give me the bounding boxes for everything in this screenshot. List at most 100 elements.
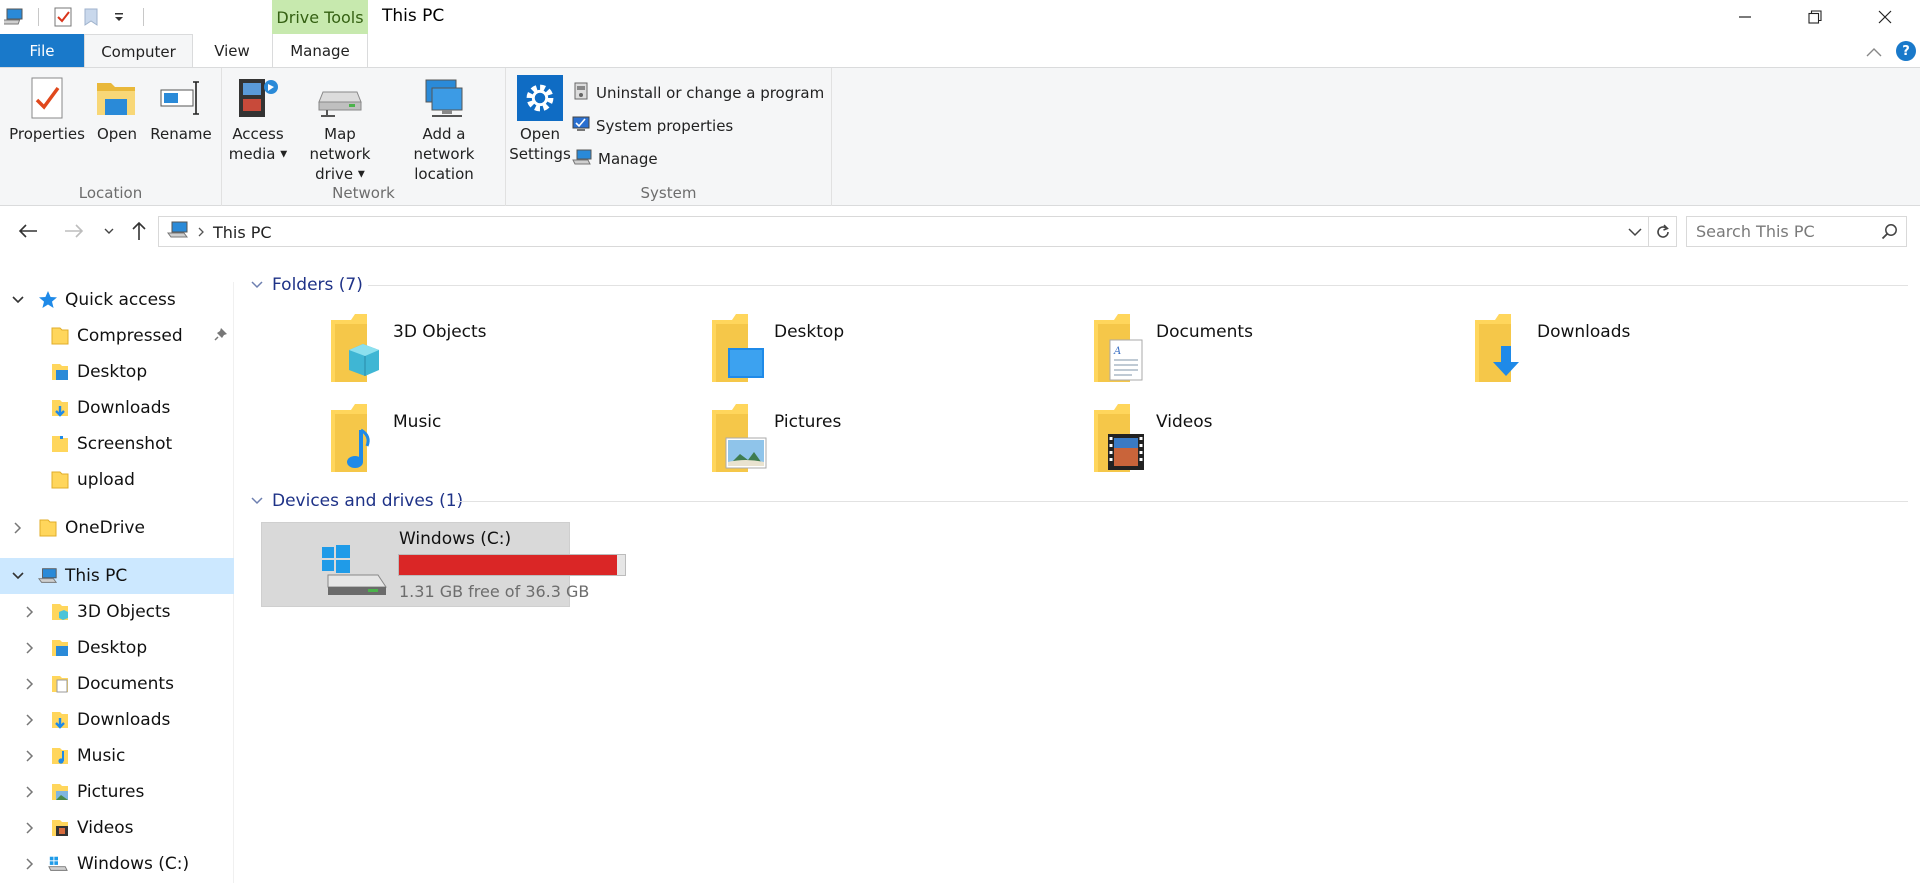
chevron-right-icon[interactable] [23,641,37,655]
folder-tile-documents[interactable]: A Documents [1090,310,1253,386]
uninstall-program-button[interactable]: Uninstall or change a program [572,80,824,106]
back-button[interactable] [15,218,41,244]
music-folder-icon [50,746,70,766]
rename-button[interactable]: Rename [150,74,212,144]
properties-qat-icon[interactable] [49,0,77,34]
map-network-drive-label-1: Map network [309,125,371,163]
chevron-right-icon[interactable] [23,677,37,691]
minimize-button[interactable] [1710,0,1780,34]
search-input[interactable] [1687,217,1877,246]
downloads-folder-icon [50,398,70,418]
nav-qa-desktop[interactable]: Desktop [0,354,234,390]
desktop-folder-icon [50,638,70,658]
nav-quick-access[interactable]: Quick access [0,282,234,318]
title-bar: Drive Tools This PC [0,0,1920,34]
nav-pc-documents[interactable]: Documents [0,666,234,702]
tab-manage[interactable]: Manage [272,34,368,68]
folder-icon [50,470,70,490]
up-button[interactable] [126,218,152,244]
close-button[interactable] [1850,0,1920,34]
recent-locations-dropdown[interactable] [96,218,122,244]
this-pc-icon [38,566,58,586]
tab-file[interactable]: File [0,34,84,68]
nav-pc-downloads[interactable]: Downloads [0,702,234,738]
this-pc-app-icon[interactable] [0,0,28,34]
nav-onedrive[interactable]: OneDrive [0,510,234,546]
new-folder-qat-icon[interactable] [77,0,105,34]
folder-tile-desktop[interactable]: Desktop [708,310,844,386]
star-icon [38,290,58,310]
system-properties-button[interactable]: System properties [572,113,733,139]
restore-button[interactable] [1780,0,1850,34]
nav-this-pc[interactable]: This PC [0,558,234,594]
folder-tile-music[interactable]: Music [327,400,441,476]
folder-tile-pictures[interactable]: Pictures [708,400,841,476]
devices-header-label: Devices and drives (1) [272,491,464,511]
drive-usage-bar [398,554,626,576]
folder-tile-downloads[interactable]: Downloads [1471,310,1630,386]
nav-qa-downloads[interactable]: Downloads [0,390,234,426]
nav-quick-access-label: Quick access [65,290,176,310]
nav-pc-3d-objects[interactable]: 3D Objects [0,594,234,630]
nav-pc-music[interactable]: Music [0,738,234,774]
chevron-right-icon[interactable] [23,749,37,763]
nav-qa-upload[interactable]: upload [0,462,234,498]
add-network-location-button[interactable]: Add a network location [390,74,498,184]
nav-qa-screenshot[interactable]: Screenshot [0,426,234,462]
nav-pc-pictures[interactable]: Pictures [0,774,234,810]
devices-section-header[interactable]: Devices and drives (1) [250,488,463,514]
open-button[interactable]: Open [94,74,140,144]
chevron-right-icon[interactable] [23,605,37,619]
add-network-location-icon [421,74,467,122]
svg-text:A: A [1113,346,1121,357]
nav-item-label: 3D Objects [77,602,171,622]
address-bar[interactable]: This PC [158,216,1649,247]
breadcrumb-separator-icon[interactable] [197,223,205,242]
help-icon[interactable]: ? [1896,41,1916,61]
documents-folder-icon [50,674,70,694]
nav-item-label: Compressed [77,326,183,346]
nav-qa-compressed[interactable]: Compressed [0,318,234,354]
map-network-drive-button[interactable]: Map network drive ▼ [292,74,388,185]
breadcrumb-this-pc[interactable]: This PC [213,223,272,242]
access-media-button[interactable]: Access media ▼ [228,74,288,165]
ribbon: Properties Open Rename Location Access m… [0,67,1920,206]
folder-name: 3D Objects [393,322,487,342]
ribbon-group-label-location: Location [78,184,143,202]
drive-tools-context-label: Drive Tools [272,0,368,34]
refresh-button[interactable] [1649,216,1677,247]
tab-view[interactable]: View [193,34,271,68]
properties-button[interactable]: Properties [9,74,85,144]
ribbon-group-label-system: System [640,184,697,202]
folder-tile-3d-objects[interactable]: 3D Objects [327,310,487,386]
tab-computer[interactable]: Computer [84,34,193,68]
chevron-right-icon[interactable] [23,821,37,835]
nav-pc-desktop[interactable]: Desktop [0,630,234,666]
folder-tile-videos[interactable]: Videos [1090,400,1213,476]
customize-qat-dropdown-icon[interactable] [105,0,133,34]
chevron-down-icon[interactable] [11,293,25,307]
folders-section-header[interactable]: Folders (7) [250,272,363,298]
address-history-dropdown[interactable] [1626,221,1644,247]
nav-pc-windows-c[interactable]: Windows (C:) [0,846,234,882]
drive-tile-windows-c[interactable]: Windows (C:) 1.31 GB free of 36.3 GB [261,522,626,607]
chevron-right-icon[interactable] [23,857,37,871]
open-settings-button[interactable]: Open Settings [509,74,571,164]
nav-pc-videos[interactable]: Videos [0,810,234,846]
chevron-down-icon[interactable] [11,569,25,583]
navigation-pane: Quick access Compressed Desktop Download… [0,282,234,883]
collapse-ribbon-icon[interactable] [1866,42,1882,61]
section-divider [456,501,1908,502]
forward-button[interactable] [61,218,87,244]
drive-free-space: 1.31 GB free of 36.3 GB [399,582,590,601]
pin-icon[interactable] [214,326,228,346]
search-icon[interactable] [1881,223,1898,244]
manage-button[interactable]: Manage [572,146,658,172]
chevron-right-icon[interactable] [11,521,25,535]
access-media-label-2: media [228,145,276,163]
ribbon-group-location: Properties Open Rename Location [0,68,222,206]
windows-drive-icon [48,854,68,874]
system-properties-label: System properties [596,117,734,135]
chevron-right-icon[interactable] [23,713,37,727]
chevron-right-icon[interactable] [23,785,37,799]
